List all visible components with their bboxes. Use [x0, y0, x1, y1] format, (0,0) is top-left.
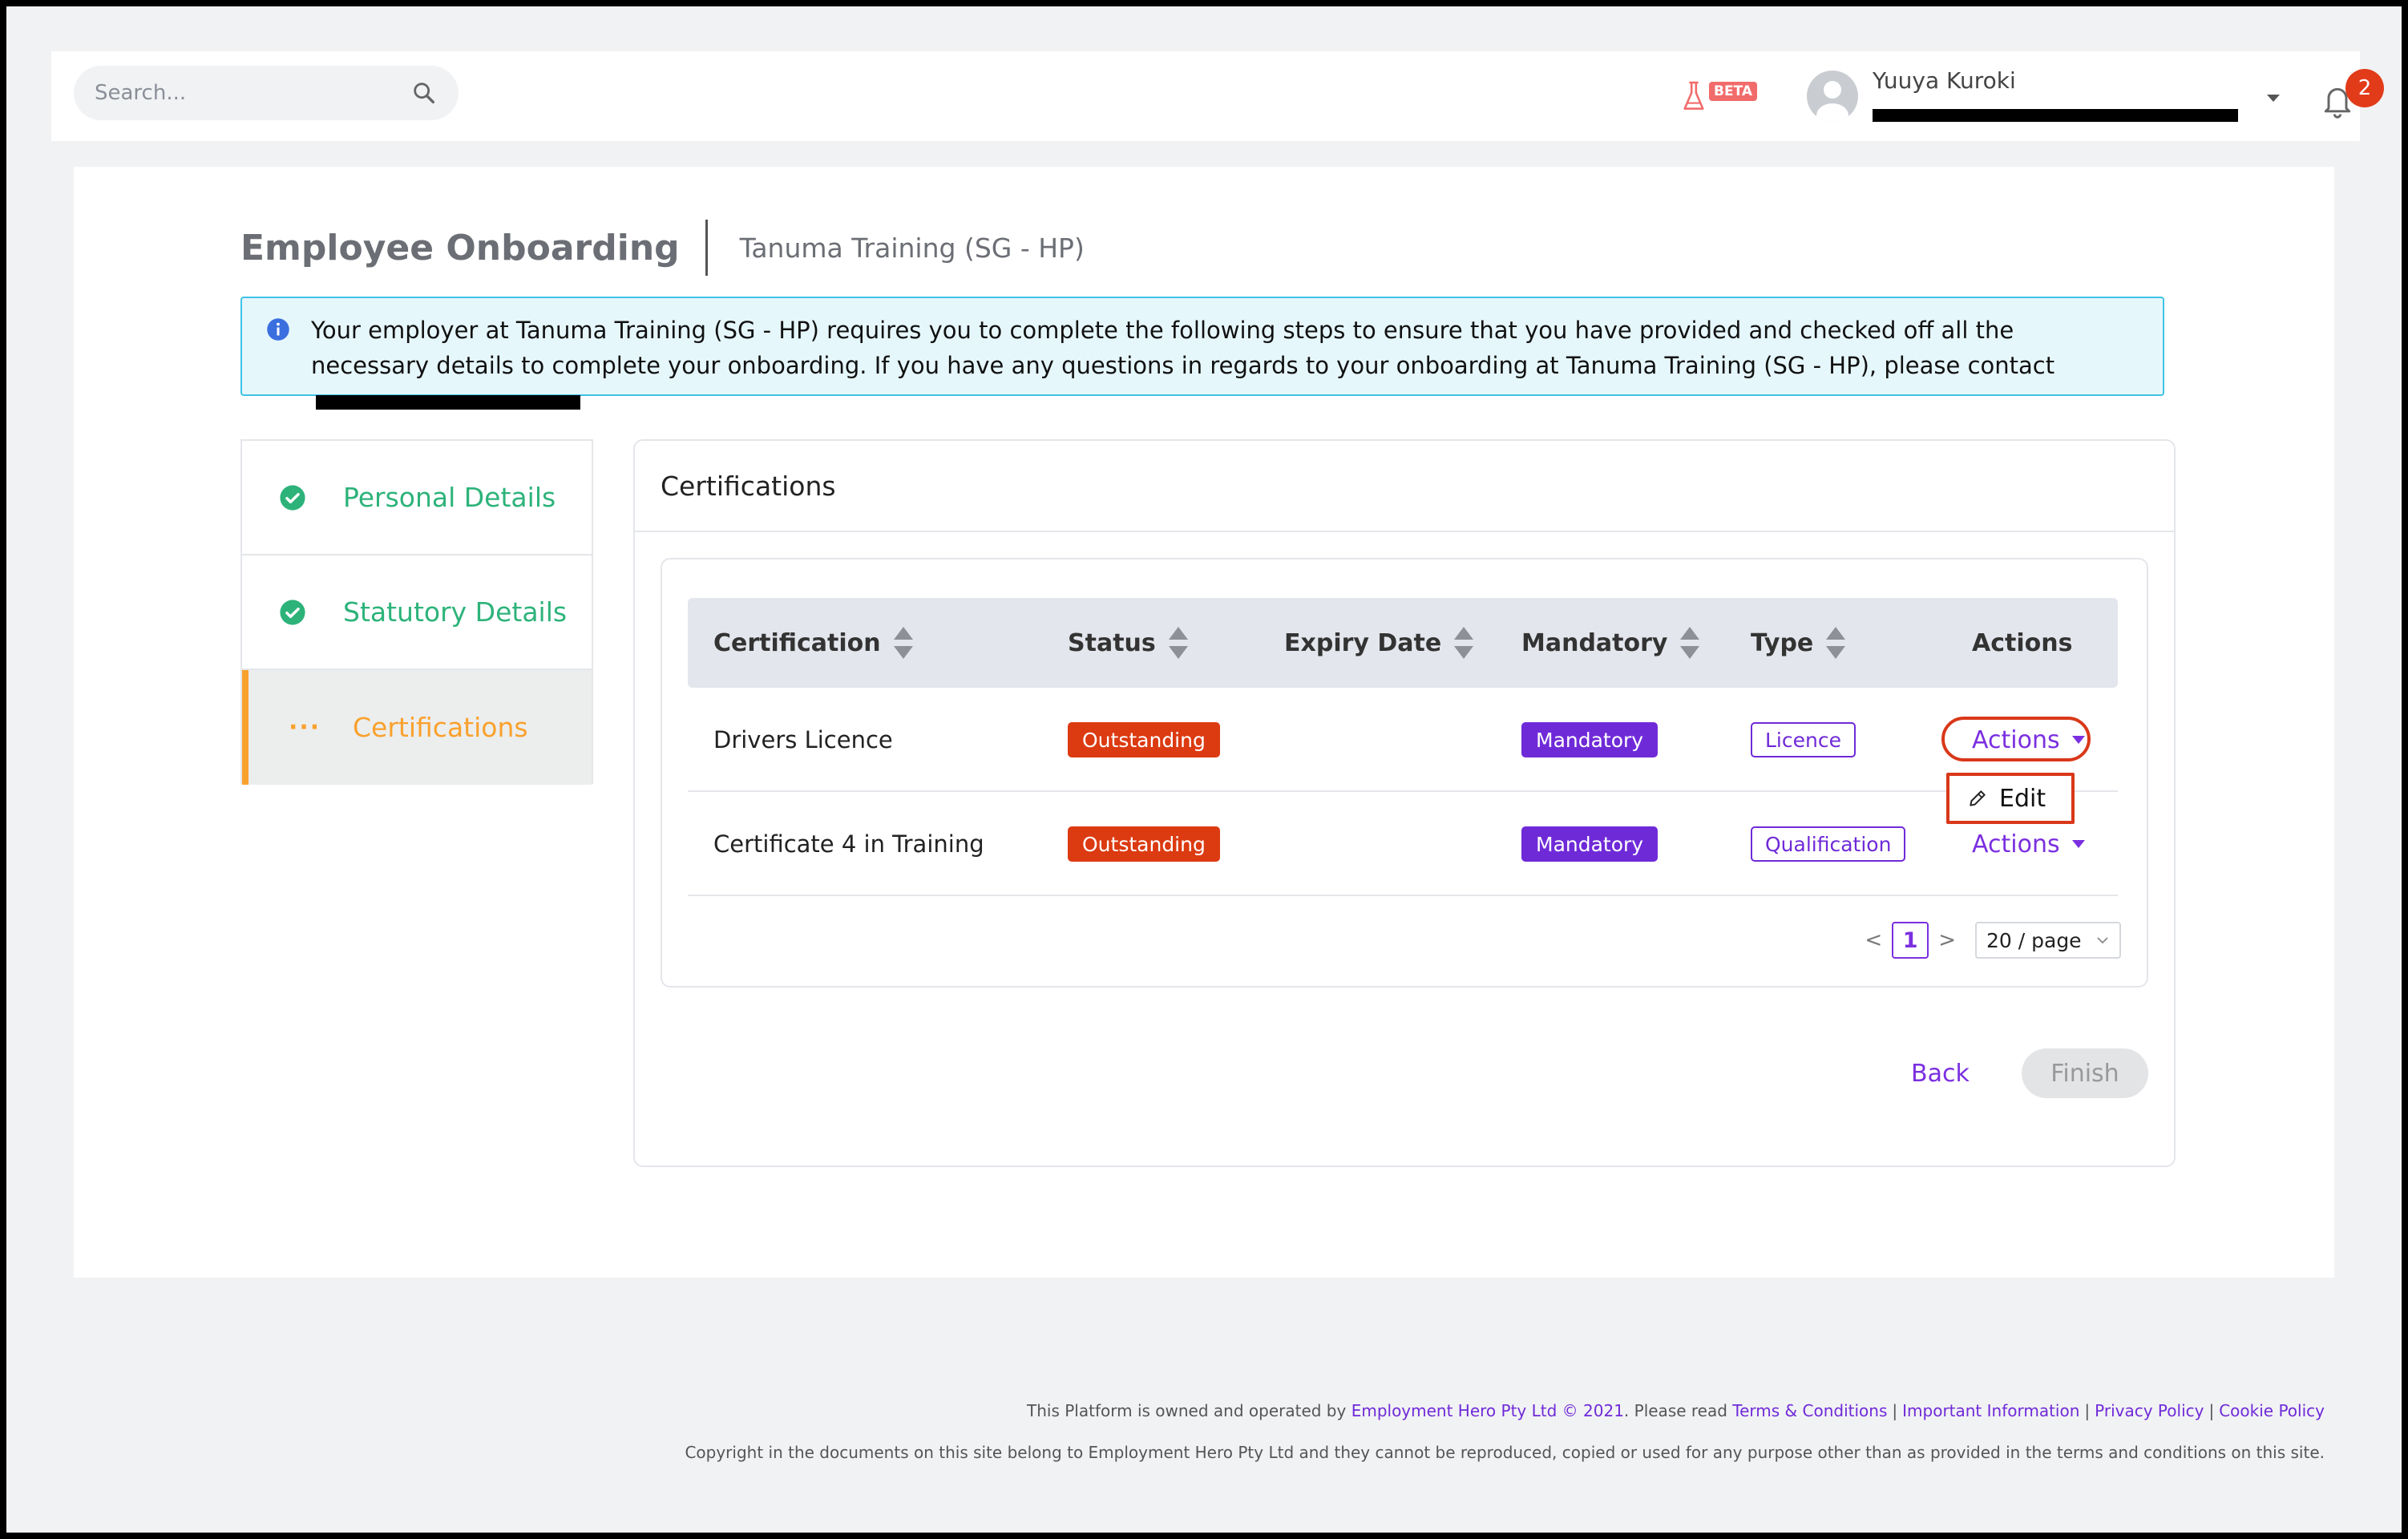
- column-label: Mandatory: [1521, 628, 1668, 657]
- important-info-link[interactable]: Important Information: [1902, 1401, 2079, 1420]
- column-label: Type: [1751, 628, 1814, 657]
- column-label: Certification: [713, 628, 881, 657]
- beta-lab-link[interactable]: BETA: [1680, 79, 1758, 114]
- search-input[interactable]: [95, 81, 410, 105]
- title-divider: [705, 220, 708, 276]
- prev-page-button[interactable]: <: [1865, 928, 1882, 952]
- page-size-label: 20 / page: [1986, 928, 2082, 952]
- step-certifications[interactable]: ··· Certifications: [242, 670, 592, 785]
- flask-icon: [1683, 81, 1704, 110]
- pagination: < 1 > 20 / page: [1855, 922, 2121, 959]
- table-header: Certification Status Expiry Date Mandato…: [688, 598, 2118, 688]
- page-number[interactable]: 1: [1892, 922, 1929, 959]
- edit-menu-item[interactable]: Edit: [1946, 773, 2075, 824]
- redacted-contact-email: [316, 395, 580, 410]
- notification-badge: 2: [2345, 69, 2384, 107]
- sort-icon[interactable]: [1824, 625, 1847, 660]
- user-icon: [1816, 81, 1848, 122]
- mandatory-badge: Mandatory: [1521, 826, 1659, 862]
- check-circle-icon: [280, 484, 305, 511]
- footer-ownership: This Platform is owned and operated by E…: [1027, 1401, 2325, 1420]
- terms-link[interactable]: Terms & Conditions: [1732, 1401, 1887, 1420]
- ellipsis-icon: ···: [289, 713, 321, 741]
- sort-icon[interactable]: [892, 625, 915, 660]
- separator: |: [2084, 1401, 2091, 1420]
- page-subtitle: Tanuma Training (SG - HP): [739, 232, 1085, 264]
- separator: |: [1892, 1401, 1898, 1420]
- status-badge: Outstanding: [1068, 826, 1220, 862]
- column-certification[interactable]: Certification: [713, 598, 915, 688]
- chevron-down-icon: [2097, 937, 2108, 944]
- chevron-down-icon[interactable]: [2264, 88, 2283, 107]
- check-circle-icon: [280, 599, 305, 625]
- info-banner: Your employer at Tanuma Training (SG - H…: [240, 297, 2164, 410]
- column-label: Expiry Date: [1284, 628, 1442, 657]
- panel-title: Certifications: [635, 441, 2174, 532]
- info-icon: [267, 318, 289, 341]
- type-badge: Qualification: [1751, 826, 1906, 862]
- step-label: Personal Details: [343, 482, 556, 513]
- table-row: Drivers Licence Outstanding Mandatory Li…: [688, 688, 2118, 792]
- status-badge: Outstanding: [1068, 722, 1220, 757]
- mandatory-badge: Mandatory: [1521, 722, 1659, 757]
- actions-dropdown[interactable]: Actions: [1972, 830, 2086, 858]
- step-statutory-details[interactable]: Statutory Details: [242, 555, 592, 670]
- beta-badge: BETA: [1709, 82, 1758, 101]
- sort-icon[interactable]: [1452, 625, 1475, 660]
- certifications-panel: Certifications Certification Status Expi…: [633, 439, 2176, 1167]
- finish-button[interactable]: Finish: [2022, 1048, 2148, 1098]
- app-frame: BETA Yuuya Kuroki 2 Employee Onboarding …: [6, 6, 2402, 1533]
- page-title: Employee Onboarding: [240, 227, 680, 269]
- caret-down-icon: [2071, 840, 2085, 848]
- title-row: Employee Onboarding Tanuma Training (SG …: [240, 220, 1085, 276]
- certification-name: Drivers Licence: [713, 726, 893, 753]
- company-link[interactable]: Employment Hero Pty Ltd © 2021: [1351, 1401, 1624, 1420]
- search-icon[interactable]: [410, 79, 438, 107]
- column-status[interactable]: Status: [1068, 598, 1190, 688]
- table-row: Certificate 4 in Training Outstanding Ma…: [688, 792, 2118, 896]
- onboarding-steps: Personal Details Statutory Details ··· C…: [240, 439, 593, 785]
- back-button[interactable]: Back: [1897, 1048, 1984, 1098]
- redacted-email: [1873, 109, 2238, 122]
- step-personal-details[interactable]: Personal Details: [242, 441, 592, 555]
- user-name[interactable]: Yuuya Kuroki: [1873, 67, 2016, 94]
- next-page-button[interactable]: >: [1938, 928, 1956, 952]
- main-card: Employee Onboarding Tanuma Training (SG …: [74, 167, 2334, 1278]
- search-box[interactable]: [74, 66, 459, 120]
- cookie-link[interactable]: Cookie Policy: [2219, 1401, 2325, 1420]
- column-expiry-date[interactable]: Expiry Date: [1284, 598, 1475, 688]
- page-size-select[interactable]: 20 / page: [1975, 922, 2121, 959]
- separator: |: [2208, 1401, 2215, 1420]
- top-bar: BETA Yuuya Kuroki 2: [51, 51, 2384, 141]
- pencil-icon: [1970, 790, 1986, 806]
- column-label: Status: [1068, 628, 1156, 657]
- actions-highlight: [1941, 717, 2091, 761]
- certification-name: Certificate 4 in Training: [713, 830, 984, 858]
- type-badge: Licence: [1751, 722, 1856, 757]
- footer-text: . Please read: [1623, 1401, 1727, 1420]
- column-actions: Actions: [1972, 598, 2072, 688]
- actions-label: Actions: [1972, 830, 2060, 858]
- edit-label: Edit: [1999, 784, 2046, 813]
- privacy-link[interactable]: Privacy Policy: [2095, 1401, 2204, 1420]
- sort-icon[interactable]: [1679, 625, 1701, 660]
- column-mandatory[interactable]: Mandatory: [1521, 598, 1701, 688]
- column-type[interactable]: Type: [1751, 598, 1847, 688]
- info-text: Your employer at Tanuma Training (SG - H…: [311, 317, 2055, 379]
- step-label: Certifications: [353, 712, 528, 743]
- avatar[interactable]: [1807, 71, 1858, 122]
- step-label: Statutory Details: [343, 596, 568, 628]
- sort-icon[interactable]: [1167, 625, 1190, 660]
- certifications-table: Certification Status Expiry Date Mandato…: [661, 558, 2148, 988]
- footer-text: This Platform is owned and operated by: [1027, 1401, 1347, 1420]
- column-label: Actions: [1972, 628, 2073, 657]
- footer-copyright: Copyright in the documents on this site …: [685, 1443, 2325, 1462]
